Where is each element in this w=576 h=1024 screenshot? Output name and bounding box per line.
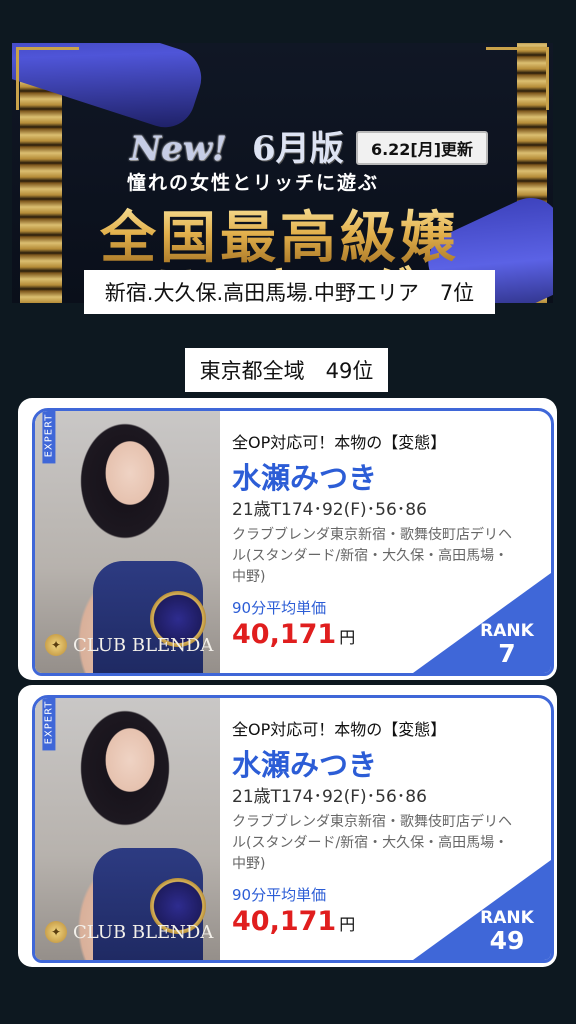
brand-name: CLUB BLENDA — [73, 921, 214, 943]
price-value: 40,171 円 — [232, 619, 355, 650]
tokyo-rank-label: 東京都全域 49位 — [185, 348, 388, 392]
price-label: 90分平均単価 — [232, 886, 327, 904]
expert-tag: EXPERT — [42, 411, 56, 464]
update-date: 6.22[月]更新 — [356, 131, 488, 165]
price-value: 40,171 円 — [232, 906, 355, 937]
ranking-card-frame: EXPERT ✦ CLUB BLENDA 全OP対応可！本物の【変態】 水瀬みつ… — [32, 408, 554, 676]
price-unit: 円 — [339, 628, 356, 647]
ranking-banner: New! 6月版 6.22[月]更新 憧れの女性とリッチに遊ぶ 全国最高級嬢 ラ… — [12, 43, 553, 303]
profile-photo[interactable]: EXPERT ✦ CLUB BLENDA — [35, 411, 220, 673]
profile-photo[interactable]: EXPERT ✦ CLUB BLENDA — [35, 698, 220, 960]
girl-name[interactable]: 水瀬みつき — [232, 742, 377, 784]
catch-copy: 全OP対応可！本物の【変態】 — [232, 720, 447, 739]
edition-month: 6月版 — [252, 129, 344, 169]
expert-tag: EXPERT — [42, 698, 56, 751]
rank-number: 49 — [489, 925, 525, 955]
ranking-card-frame: EXPERT ✦ CLUB BLENDA 全OP対応可！本物の【変態】 水瀬みつ… — [32, 695, 554, 963]
frame-corner-icon — [16, 47, 79, 110]
area-rank-label: 新宿.大久保.高田馬場.中野エリア 7位 — [84, 270, 495, 314]
brand-name: CLUB BLENDA — [73, 634, 214, 656]
rank-badge: RANK 49 — [469, 909, 545, 955]
girl-name[interactable]: 水瀬みつき — [232, 455, 377, 497]
price-amount: 40,171 — [232, 906, 337, 937]
brand-logo: ✦ CLUB BLENDA — [45, 916, 215, 948]
frame-corner-icon — [486, 47, 549, 110]
banner-subtitle: 憧れの女性とリッチに遊ぶ — [127, 172, 380, 194]
ranking-card[interactable]: EXPERT ✦ CLUB BLENDA 全OP対応可！本物の【変態】 水瀬みつ… — [18, 685, 557, 967]
price-unit: 円 — [339, 915, 356, 934]
new-badge: New! — [130, 129, 227, 169]
crest-icon: ✦ — [45, 921, 67, 943]
brand-logo: ✦ CLUB BLENDA — [45, 629, 215, 661]
crest-icon: ✦ — [45, 634, 67, 656]
girl-stats: 21歳T174･92(F)･56･86 — [232, 787, 427, 807]
price-amount: 40,171 — [232, 619, 337, 650]
rank-badge: RANK 7 — [469, 622, 545, 668]
rank-number: 7 — [498, 638, 516, 668]
price-label: 90分平均単価 — [232, 599, 327, 617]
girl-stats: 21歳T174･92(F)･56･86 — [232, 500, 427, 520]
catch-copy: 全OP対応可！本物の【変態】 — [232, 433, 447, 452]
ranking-card[interactable]: EXPERT ✦ CLUB BLENDA 全OP対応可！本物の【変態】 水瀬みつ… — [18, 398, 557, 680]
